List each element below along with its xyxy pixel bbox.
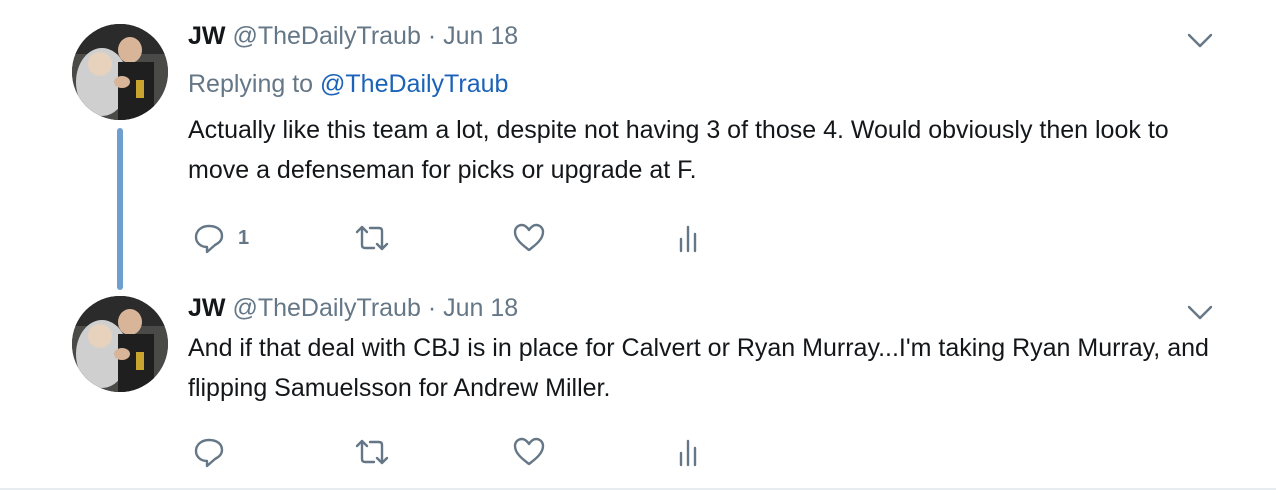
replying-to-mention[interactable]: @TheDailyTraub (320, 70, 508, 98)
chevron-down-icon[interactable] (1186, 302, 1214, 322)
author-name[interactable]: JW (188, 294, 226, 322)
analytics-button[interactable] (676, 220, 702, 256)
replying-to-label: Replying to (188, 70, 314, 98)
author-handle[interactable]: @TheDailyTraub (232, 22, 420, 50)
tweet-date[interactable]: Jun 18 (443, 22, 518, 50)
author-name[interactable]: JW (188, 22, 226, 50)
retweet-icon (355, 439, 389, 465)
tweet-actions (188, 434, 728, 470)
like-button[interactable] (512, 220, 546, 256)
tweet: JW @TheDailyTraub · Jun 18 And if that d… (188, 292, 1218, 468)
tweet-text: Actually like this team a lot, despite n… (188, 116, 1169, 184)
reply-count: 1 (238, 226, 250, 249)
separator-dot: · (427, 22, 437, 50)
thread-connector-line (117, 128, 123, 290)
reply-icon (194, 224, 224, 254)
tweet-actions: 1 (188, 220, 728, 256)
like-icon (513, 223, 545, 252)
analytics-icon (679, 225, 697, 253)
like-button[interactable] (512, 434, 546, 470)
reply-button[interactable]: 1 (192, 220, 249, 256)
analytics-button[interactable] (676, 434, 702, 470)
reply-icon (194, 438, 224, 468)
chevron-down-icon[interactable] (1186, 30, 1214, 50)
retweet-icon (355, 225, 389, 251)
like-icon (513, 437, 545, 466)
tweet-text: And if that deal with CBJ is in place fo… (188, 334, 1209, 402)
analytics-icon (679, 439, 697, 467)
author-handle[interactable]: @TheDailyTraub (232, 294, 420, 322)
replying-to-line: Replying to @TheDailyTraub (188, 68, 1218, 100)
retweet-button[interactable] (354, 434, 390, 470)
separator-dot: · (427, 294, 437, 322)
avatar[interactable] (72, 24, 168, 120)
tweet: JW @TheDailyTraub · Jun 18 Replying to @… (188, 20, 1218, 254)
reply-button[interactable] (192, 434, 226, 470)
tweet-date[interactable]: Jun 18 (443, 294, 518, 322)
tweet-header: JW @TheDailyTraub · Jun 18 (188, 20, 1218, 52)
avatar[interactable] (72, 296, 168, 392)
tweet-header: JW @TheDailyTraub · Jun 18 (188, 292, 1218, 324)
retweet-button[interactable] (354, 220, 390, 256)
